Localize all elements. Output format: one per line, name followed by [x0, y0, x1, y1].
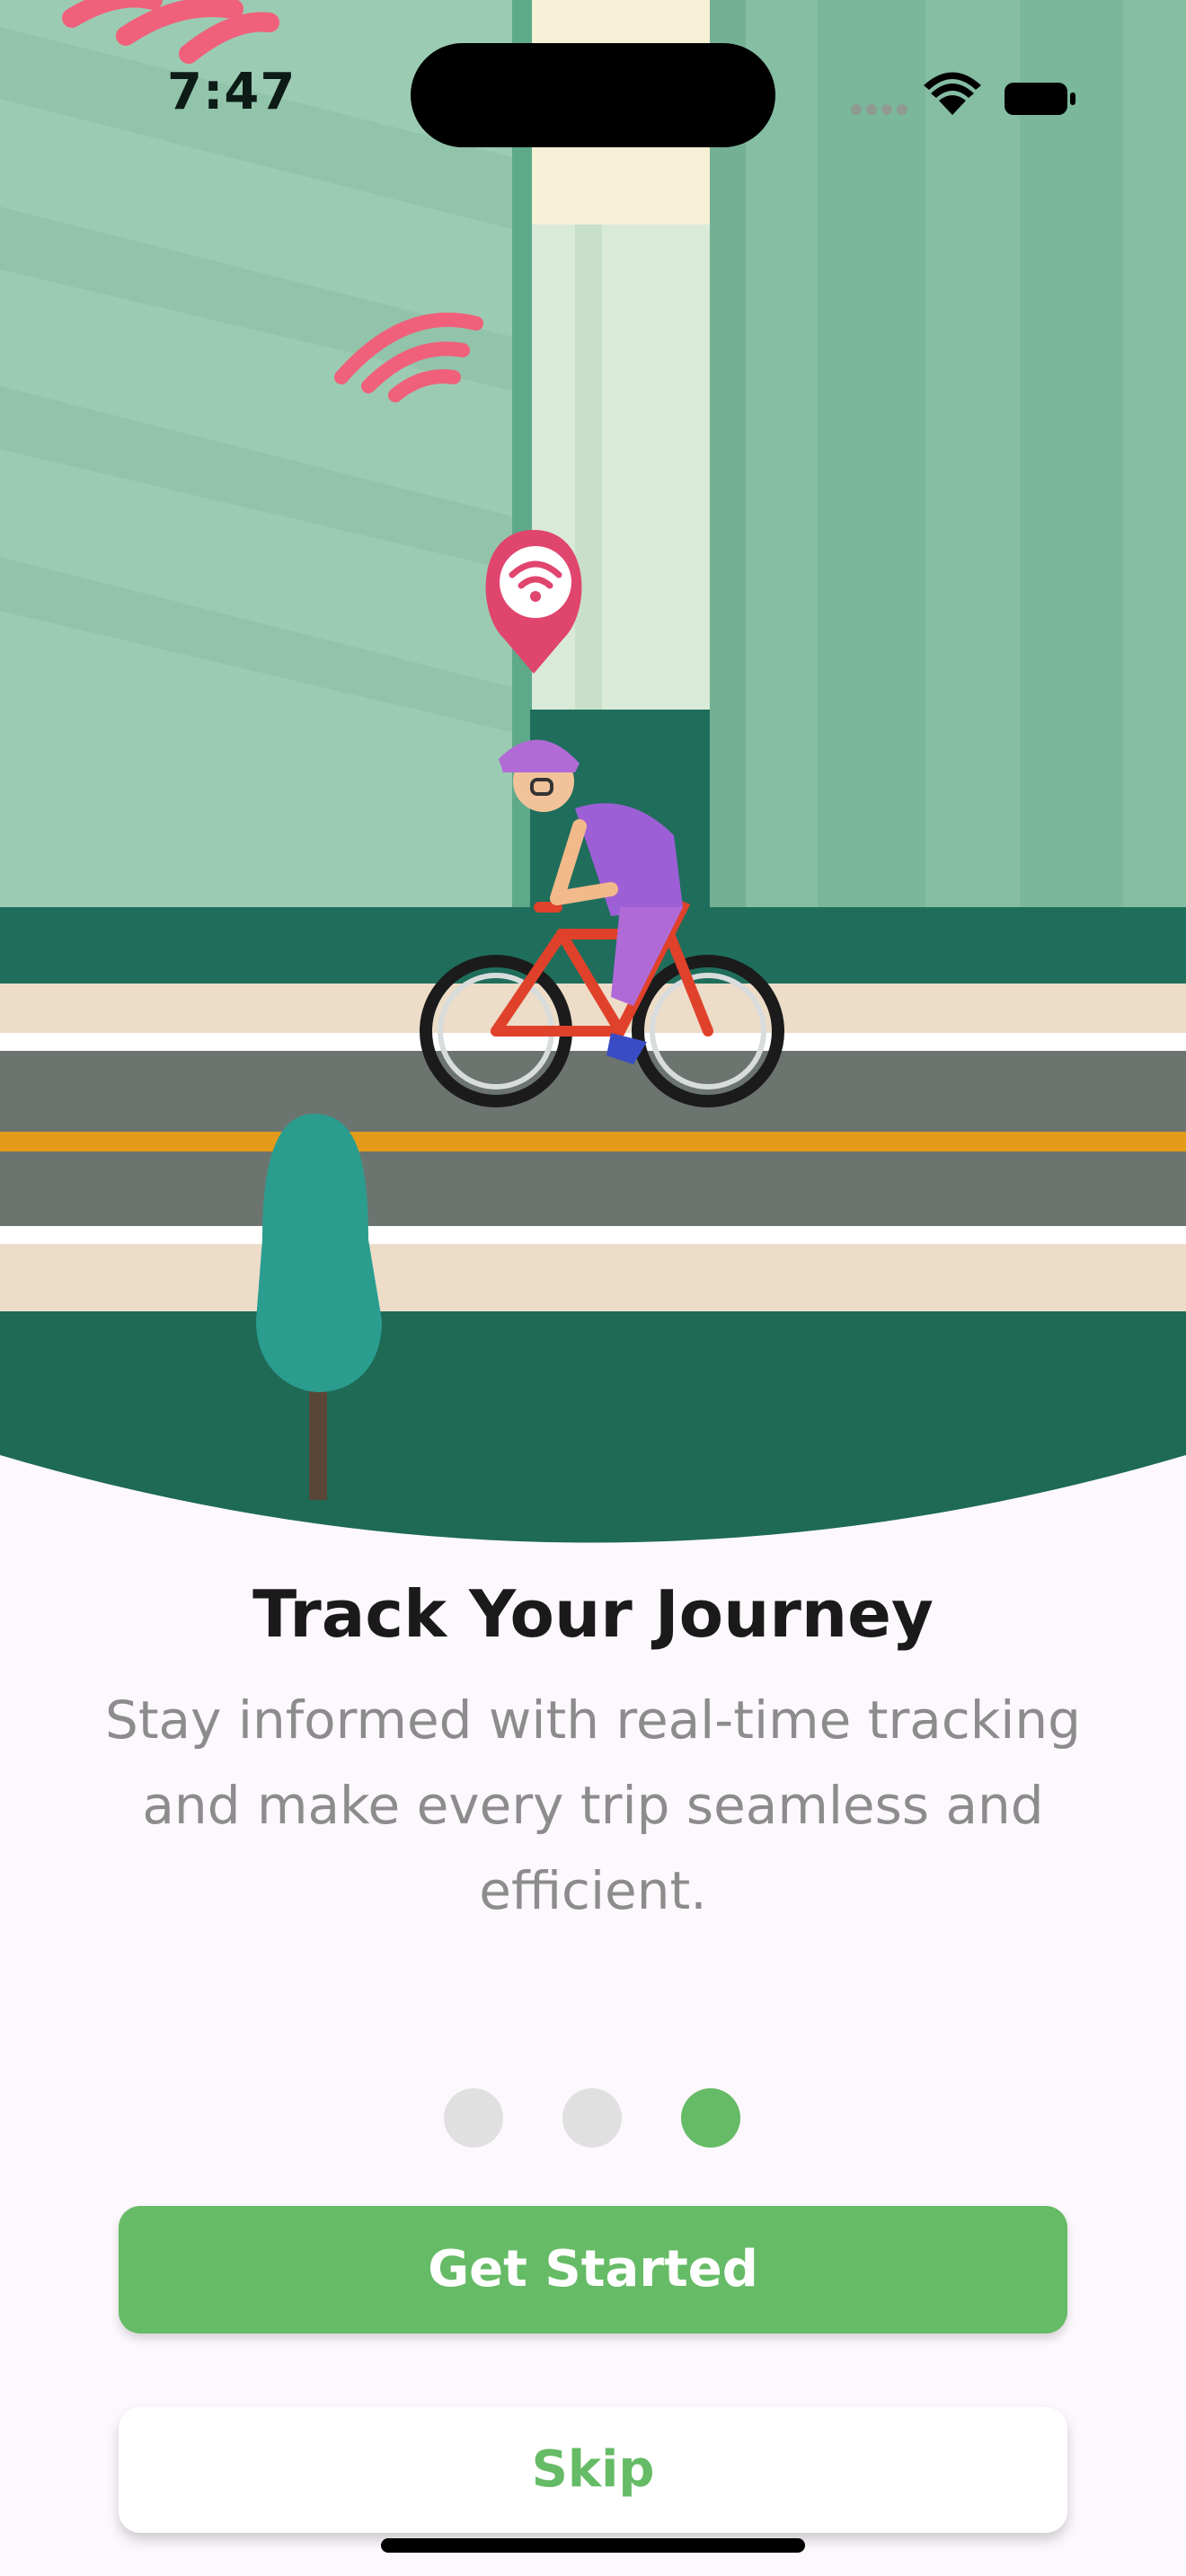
- page-title: Track Your Journey: [252, 1576, 934, 1652]
- get-started-button[interactable]: Get Started: [119, 2206, 1067, 2333]
- hero-curve: [0, 1455, 1186, 1545]
- status-icons: [845, 70, 1087, 124]
- home-indicator: [381, 2538, 805, 2553]
- hero-illustration: [0, 0, 1186, 1545]
- page-description: Stay informed with real-time tracking an…: [105, 1689, 1081, 1921]
- page-dot-2[interactable]: [562, 2088, 622, 2148]
- page-dot-1[interactable]: [444, 2088, 503, 2148]
- dynamic-island: [411, 43, 775, 147]
- pagination-dots: [0, 2088, 1186, 2148]
- status-time: 7:47: [167, 63, 296, 121]
- signal-dots-icon: [851, 104, 907, 115]
- wifi-icon: [924, 72, 981, 115]
- battery-icon: [1005, 83, 1075, 115]
- page-dot-3-active[interactable]: [681, 2088, 740, 2148]
- skip-button[interactable]: Skip: [119, 2407, 1067, 2533]
